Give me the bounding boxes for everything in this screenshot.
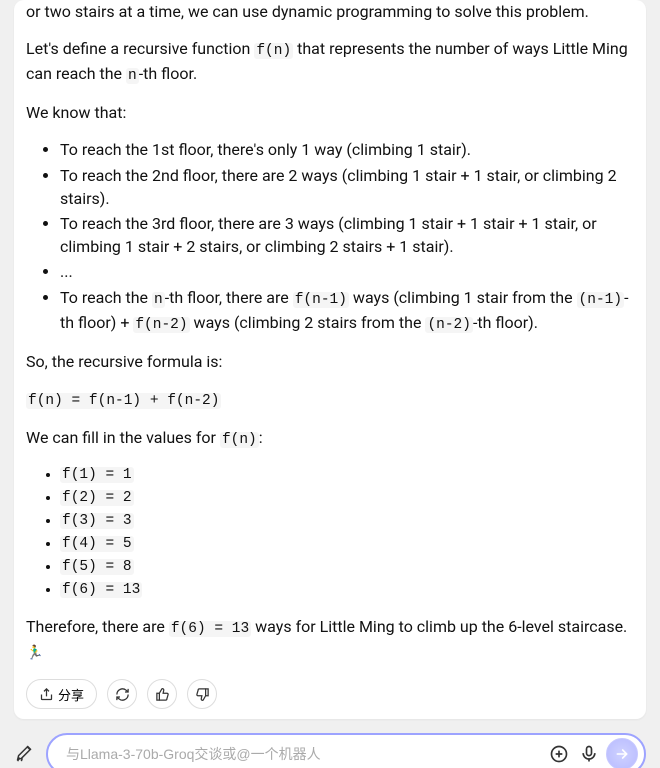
actions-row: 分享 [26,679,634,709]
share-button[interactable]: 分享 [26,679,97,709]
list-item: f(6) = 13 [60,580,634,601]
arrow-right-icon [614,746,630,762]
list-item: To reach the 3rd floor, there are 3 ways… [60,212,634,258]
code-formula: f(n) = f(n-1) + f(n-2) [26,393,221,409]
fill-paragraph: We can fill in the values for f(n): [26,426,634,451]
share-label: 分享 [58,685,84,704]
so-paragraph: So, the recursive formula is: [26,350,634,373]
code-fn: f(n) [254,43,293,59]
code: (n-2) [425,317,473,333]
add-button[interactable] [544,739,574,768]
chat-input-wrap [46,733,646,768]
plus-circle-icon [549,744,569,764]
thumbs-up-icon [155,687,170,702]
chat-input[interactable] [64,745,544,763]
running-emoji: 🏃‍♂️ [26,645,43,661]
brush-icon[interactable] [14,741,36,767]
text: -th floor, there are [165,288,293,307]
text: -th floor. [139,64,197,83]
list-item: f(1) = 1 [60,465,634,486]
thumbs-down-button[interactable] [187,679,217,709]
code: (n-1) [577,292,625,308]
text: : [259,428,263,447]
formula: f(n) = f(n-1) + f(n-2) [26,387,634,412]
code: f(n-2) [133,317,189,333]
list-item: To reach the 2nd floor, there are 2 ways… [60,164,634,210]
text: Therefore, there are [26,617,169,636]
regenerate-button[interactable] [107,679,137,709]
code-n: n [126,68,139,84]
intro-fragment: or two stairs at a time, we can use dyna… [26,0,634,23]
text: To reach the [60,288,152,307]
share-icon [39,687,54,702]
list-item: f(2) = 2 [60,488,634,509]
list-item: f(4) = 5 [60,534,634,555]
list-item: To reach the 1st floor, there's only 1 w… [60,138,634,161]
list-item: f(5) = 8 [60,557,634,578]
mic-button[interactable] [574,739,604,768]
define-paragraph: Let's define a recursive function f(n) t… [26,37,634,87]
text: -th floor). [473,313,538,332]
code: f(1) = 1 [60,467,134,483]
code: f(6) = 13 [169,621,251,637]
list-item: ... [60,260,634,283]
code: f(n) [220,432,259,448]
text: Let's define a recursive function [26,39,254,58]
message-card: or two stairs at a time, we can use dyna… [14,0,646,719]
thumbs-up-button[interactable] [147,679,177,709]
conclusion: Therefore, there are f(6) = 13 ways for … [26,615,634,663]
microphone-icon [579,744,599,764]
text: ways (climbing 1 stair from the [349,288,577,307]
code: n [152,292,165,308]
send-button[interactable] [606,738,638,768]
thumbs-down-icon [195,687,210,702]
code: f(5) = 8 [60,559,134,575]
code: f(2) = 2 [60,490,134,506]
message-content: or two stairs at a time, we can use dyna… [26,0,634,663]
list-item: To reach the n-th floor, there are f(n-1… [60,286,634,336]
we-know: We know that: [26,101,634,124]
code: f(3) = 3 [60,513,134,529]
text: ways (climbing 2 stairs from the [190,313,426,332]
code: f(n-1) [293,292,349,308]
rules-list: To reach the 1st floor, there's only 1 w… [26,138,634,335]
code: f(6) = 13 [60,582,142,598]
text: We can fill in the values for [26,428,220,447]
input-row [14,733,646,768]
values-list: f(1) = 1 f(2) = 2 f(3) = 3 f(4) = 5 f(5)… [26,465,634,601]
list-item: f(3) = 3 [60,511,634,532]
text: ways for Little Ming to climb up the 6-l… [251,617,627,636]
code: f(4) = 5 [60,536,134,552]
refresh-icon [115,687,130,702]
